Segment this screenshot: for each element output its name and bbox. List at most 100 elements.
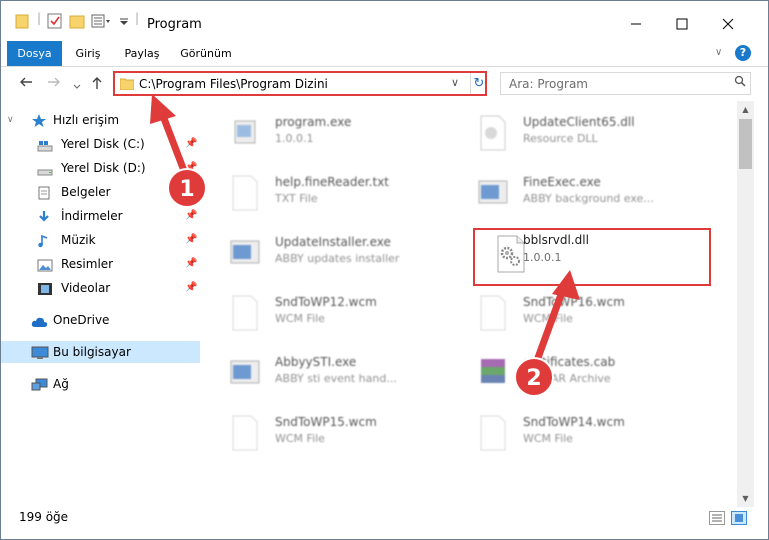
folder-icon — [119, 77, 135, 93]
pictures-icon — [37, 257, 53, 272]
target-file-highlight — [473, 228, 711, 286]
scroll-up-icon[interactable]: ▲ — [737, 101, 754, 118]
search-icon[interactable] — [734, 75, 746, 90]
tab-home[interactable]: Giriş — [67, 41, 109, 66]
wcm-file-icon — [229, 415, 261, 453]
file-item[interactable]: certificates.cab WinRAR Archive — [459, 347, 699, 397]
nav-label: Belgeler — [61, 185, 111, 199]
search-box[interactable]: Ara: Program — [500, 72, 751, 95]
file-item[interactable]: AbbyySTI.exe ABBY sti event hand... — [211, 347, 451, 397]
properties-icon[interactable] — [47, 13, 63, 31]
file-name: FineExec.exe — [523, 175, 601, 189]
nav-label: Bu bilgisayar — [53, 345, 131, 359]
maximize-button[interactable] — [659, 9, 705, 39]
expand-ribbon-icon[interactable]: ∨ — [715, 47, 722, 58]
minimize-button[interactable] — [613, 9, 659, 39]
file-item[interactable]: FineExec.exe ABBY background exe... — [459, 167, 699, 217]
file-name: help.fineReader.txt — [275, 175, 389, 189]
scroll-down-icon[interactable]: ▼ — [737, 490, 754, 507]
file-description: WCM File — [275, 312, 325, 325]
nav-item-quick-access[interactable]: ∨ Hızlı erişim — [1, 109, 201, 131]
search-input[interactable]: Ara: Program — [509, 77, 588, 91]
nav-item-onedrive[interactable]: OneDrive — [1, 309, 201, 331]
large-icons-view-icon[interactable] — [731, 511, 747, 525]
view-options-icon[interactable] — [91, 13, 111, 31]
file-description: ABBY updates installer — [275, 252, 400, 265]
file-name: SndToWP14.wcm — [523, 415, 625, 429]
star-icon — [31, 113, 47, 127]
nav-item-music[interactable]: Müzik 📌 — [1, 229, 201, 251]
file-description: WinRAR Archive — [523, 372, 611, 385]
nav-label: Ağ — [53, 377, 69, 391]
file-description: TXT File — [275, 192, 318, 205]
file-description: ABBY background exe... — [523, 192, 654, 205]
file-item[interactable]: SndToWP14.wcm WCM File — [459, 407, 699, 457]
tab-view[interactable]: Görünüm — [175, 41, 237, 66]
new-folder-icon[interactable] — [69, 13, 85, 31]
chevron-down-icon[interactable]: ∨ — [7, 109, 14, 131]
vertical-scrollbar[interactable]: ▲ ▼ — [737, 101, 754, 507]
file-item[interactable]: UpdateInstaller.exe ABBY updates install… — [211, 227, 451, 277]
wcm-file-icon — [477, 415, 509, 453]
nav-item-downloads[interactable]: İndirmeler 📌 — [1, 205, 201, 227]
file-name: UpdateClient65.dll — [523, 115, 635, 129]
archive-icon — [477, 355, 509, 393]
nav-label: Yerel Disk (D:) — [61, 161, 146, 175]
address-path[interactable]: C:\Program Files\Program Dizini — [139, 77, 328, 91]
file-item[interactable]: UpdateClient65.dll Resource DLL — [459, 107, 699, 157]
details-view-icon[interactable] — [709, 511, 725, 525]
file-item[interactable]: help.fineReader.txt TXT File — [211, 167, 451, 217]
nav-label: Videolar — [61, 281, 111, 295]
documents-icon — [37, 185, 53, 200]
file-item[interactable]: program.exe 1.0.0.1 — [211, 107, 451, 157]
nav-item-videos[interactable]: Videolar 📌 — [1, 277, 201, 299]
file-name: UpdateInstaller.exe — [275, 235, 391, 249]
nav-label: Resimler — [61, 257, 114, 271]
exe-icon — [229, 355, 261, 393]
nav-item-drive-c[interactable]: Yerel Disk (C:) 📌 — [1, 133, 201, 155]
nav-item-documents[interactable]: Belgeler 📌 — [1, 181, 201, 203]
file-item[interactable]: SndToWP16.wcm WCM File — [459, 287, 699, 337]
back-arrow-icon[interactable] — [19, 76, 33, 92]
file-name: certificates.cab — [523, 355, 616, 369]
pin-icon: 📌 — [185, 282, 198, 293]
file-name: program.exe — [275, 115, 352, 129]
nav-item-drive-d[interactable]: Yerel Disk (D:) 📌 — [1, 157, 201, 179]
up-arrow-icon[interactable] — [91, 76, 103, 94]
window-title: Program — [147, 17, 202, 32]
recent-locations-icon[interactable] — [73, 79, 81, 94]
file-item[interactable]: SndToWP15.wcm WCM File — [211, 407, 451, 457]
help-icon[interactable]: ? — [735, 45, 751, 61]
nav-item-pictures[interactable]: Resimler 📌 — [1, 253, 201, 275]
refresh-icon[interactable]: ↻ — [470, 73, 487, 94]
chevron-down-icon[interactable]: ∨ — [451, 76, 459, 89]
nav-item-network[interactable]: Ağ — [1, 373, 201, 395]
video-icon — [37, 281, 53, 295]
nav-label: OneDrive — [53, 313, 110, 327]
cloud-icon — [31, 313, 48, 327]
nav-item-this-pc[interactable]: Bu bilgisayar — [1, 341, 200, 363]
close-button[interactable] — [705, 9, 751, 39]
item-count: 199 öğe — [19, 510, 69, 524]
file-item[interactable]: SndToWP12.wcm WCM File — [211, 287, 451, 337]
ribbon-tabs: Dosya Giriş Paylaş Görünüm ∨ ? — [1, 41, 768, 67]
forward-arrow-icon[interactable] — [47, 76, 61, 92]
file-description: WCM File — [523, 432, 573, 445]
nav-label: Yerel Disk (C:) — [61, 137, 145, 151]
drive-icon — [37, 137, 53, 152]
file-list: program.exe 1.0.0.1 UpdateClient65.dll R… — [211, 103, 737, 501]
computer-icon — [31, 345, 49, 359]
network-icon — [31, 377, 48, 391]
pin-icon: 📌 — [185, 234, 198, 245]
scrollbar-thumb[interactable] — [739, 119, 752, 169]
file-description: 1.0.0.1 — [275, 132, 314, 145]
customize-toolbar-icon[interactable] — [119, 13, 129, 31]
nav-label: Hızlı erişim — [53, 113, 120, 127]
folder-icon — [15, 13, 29, 31]
file-name: AbbyySTI.exe — [275, 355, 357, 369]
tab-share[interactable]: Paylaş — [117, 41, 167, 66]
title-bar: | | Program — [1, 1, 768, 41]
tab-file[interactable]: Dosya — [7, 41, 62, 66]
file-description: ABBY sti event hand... — [275, 372, 397, 385]
address-bar[interactable]: C:\Program Files\Program Dizini ∨ ↻ — [113, 71, 487, 96]
